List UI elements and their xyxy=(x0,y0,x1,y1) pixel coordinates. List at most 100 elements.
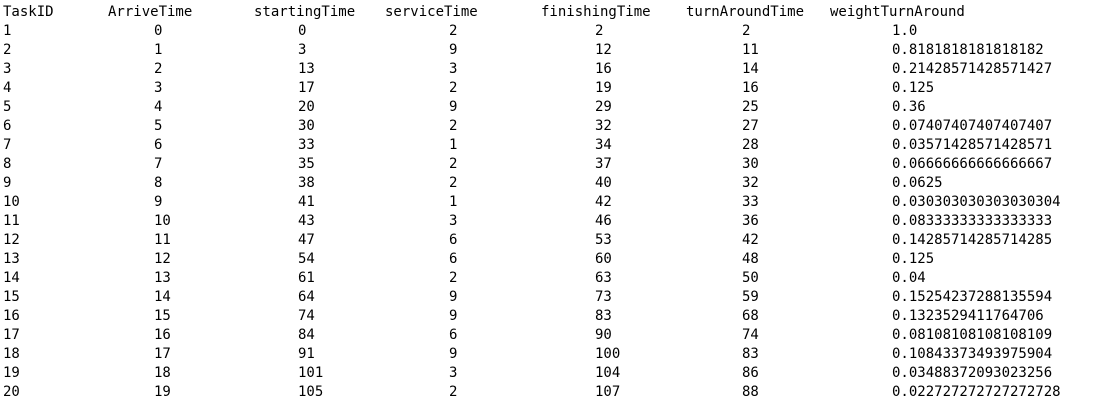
table-row: 14 13 61 2 63 50 0.04 xyxy=(0,269,1117,288)
cell-arrive-time: 0 xyxy=(154,23,163,39)
cell-task-id: 4 xyxy=(3,80,12,96)
cell-turnaround-time: 32 xyxy=(742,175,759,191)
cell-turnaround-time: 36 xyxy=(742,213,759,229)
cell-starting-time: 43 xyxy=(298,213,315,229)
header-row: TaskID ArriveTime startingTime serviceTi… xyxy=(0,3,1117,22)
cell-turnaround-time: 25 xyxy=(742,99,759,115)
table-row: 15 14 64 9 73 59 0.15254237288135594 xyxy=(0,288,1117,307)
cell-turnaround-time: 88 xyxy=(742,384,759,400)
cell-turnaround-time: 68 xyxy=(742,308,759,324)
header-service-time: serviceTime xyxy=(385,4,478,20)
cell-finishing-time: 90 xyxy=(595,327,612,343)
cell-starting-time: 54 xyxy=(298,251,315,267)
cell-finishing-time: 29 xyxy=(595,99,612,115)
cell-turnaround-time: 16 xyxy=(742,80,759,96)
header-weight-turnaround: weightTurnAround xyxy=(830,4,965,20)
cell-arrive-time: 5 xyxy=(154,118,163,134)
cell-turnaround-time: 48 xyxy=(742,251,759,267)
table-row: 6 5 30 2 32 27 0.07407407407407407 xyxy=(0,117,1117,136)
cell-turnaround-time: 33 xyxy=(742,194,759,210)
cell-task-id: 2 xyxy=(3,42,12,58)
cell-arrive-time: 2 xyxy=(154,61,163,77)
cell-turnaround-time: 14 xyxy=(742,61,759,77)
cell-starting-time: 64 xyxy=(298,289,315,305)
cell-service-time: 9 xyxy=(449,99,458,115)
cell-service-time: 9 xyxy=(449,42,458,58)
cell-turnaround-time: 28 xyxy=(742,137,759,153)
cell-task-id: 3 xyxy=(3,61,12,77)
cell-finishing-time: 32 xyxy=(595,118,612,134)
header-starting-time: startingTime xyxy=(254,4,356,20)
cell-task-id: 9 xyxy=(3,175,12,191)
table-row: 13 12 54 6 60 48 0.125 xyxy=(0,250,1117,269)
cell-turnaround-time: 74 xyxy=(742,327,759,343)
cell-finishing-time: 46 xyxy=(595,213,612,229)
cell-service-time: 6 xyxy=(449,232,458,248)
cell-arrive-time: 19 xyxy=(154,384,171,400)
cell-starting-time: 105 xyxy=(298,384,324,400)
header-finishing-time: finishingTime xyxy=(541,4,651,20)
cell-finishing-time: 42 xyxy=(595,194,612,210)
cell-turnaround-time: 2 xyxy=(742,23,751,39)
cell-starting-time: 33 xyxy=(298,137,315,153)
cell-service-time: 6 xyxy=(449,251,458,267)
cell-service-time: 9 xyxy=(449,346,458,362)
table-row: 5 4 20 9 29 25 0.36 xyxy=(0,98,1117,117)
cell-weight-turnaround: 0.030303030303030304 xyxy=(892,194,1061,210)
cell-finishing-time: 40 xyxy=(595,175,612,191)
table-row: 3 2 13 3 16 14 0.21428571428571427 xyxy=(0,60,1117,79)
cell-service-time: 3 xyxy=(449,365,458,381)
header-turnaround-time: turnAroundTime xyxy=(686,4,805,20)
table-row: 2 1 3 9 12 11 0.8181818181818182 xyxy=(0,41,1117,60)
cell-service-time: 6 xyxy=(449,327,458,343)
cell-arrive-time: 17 xyxy=(154,346,171,362)
cell-service-time: 2 xyxy=(449,80,458,96)
cell-weight-turnaround: 0.07407407407407407 xyxy=(892,118,1053,134)
cell-finishing-time: 63 xyxy=(595,270,612,286)
cell-arrive-time: 4 xyxy=(154,99,163,115)
table-row: 4 3 17 2 19 16 0.125 xyxy=(0,79,1117,98)
cell-turnaround-time: 50 xyxy=(742,270,759,286)
cell-turnaround-time: 59 xyxy=(742,289,759,305)
table-row: 12 11 47 6 53 42 0.14285714285714285 xyxy=(0,231,1117,250)
cell-weight-turnaround: 0.14285714285714285 xyxy=(892,232,1053,248)
cell-starting-time: 61 xyxy=(298,270,315,286)
header-arrive-time: ArriveTime xyxy=(108,4,193,20)
cell-task-id: 19 xyxy=(3,365,20,381)
cell-task-id: 14 xyxy=(3,270,20,286)
cell-weight-turnaround: 0.15254237288135594 xyxy=(892,289,1053,305)
cell-weight-turnaround: 0.0625 xyxy=(892,175,943,191)
cell-finishing-time: 73 xyxy=(595,289,612,305)
cell-weight-turnaround: 0.022727272727272728 xyxy=(892,384,1061,400)
cell-arrive-time: 1 xyxy=(154,42,163,58)
cell-weight-turnaround: 0.08108108108108109 xyxy=(892,327,1053,343)
cell-service-time: 2 xyxy=(449,156,458,172)
cell-arrive-time: 18 xyxy=(154,365,171,381)
cell-finishing-time: 104 xyxy=(595,365,621,381)
cell-service-time: 1 xyxy=(449,137,458,153)
cell-task-id: 5 xyxy=(3,99,12,115)
cell-arrive-time: 8 xyxy=(154,175,163,191)
cell-task-id: 6 xyxy=(3,118,12,134)
cell-finishing-time: 100 xyxy=(595,346,621,362)
cell-arrive-time: 14 xyxy=(154,289,171,305)
cell-weight-turnaround: 0.21428571428571427 xyxy=(892,61,1053,77)
cell-finishing-time: 19 xyxy=(595,80,612,96)
cell-task-id: 20 xyxy=(3,384,20,400)
cell-service-time: 3 xyxy=(449,61,458,77)
cell-starting-time: 13 xyxy=(298,61,315,77)
cell-task-id: 1 xyxy=(3,23,12,39)
cell-service-time: 2 xyxy=(449,175,458,191)
cell-weight-turnaround: 0.1323529411764706 xyxy=(892,308,1044,324)
cell-finishing-time: 16 xyxy=(595,61,612,77)
cell-finishing-time: 2 xyxy=(595,23,604,39)
header-task-id: TaskID xyxy=(3,4,54,20)
cell-task-id: 16 xyxy=(3,308,20,324)
cell-finishing-time: 53 xyxy=(595,232,612,248)
cell-service-time: 2 xyxy=(449,118,458,134)
cell-starting-time: 41 xyxy=(298,194,315,210)
cell-turnaround-time: 86 xyxy=(742,365,759,381)
table-row: 7 6 33 1 34 28 0.03571428571428571 xyxy=(0,136,1117,155)
cell-task-id: 8 xyxy=(3,156,12,172)
cell-weight-turnaround: 0.8181818181818182 xyxy=(892,42,1044,58)
